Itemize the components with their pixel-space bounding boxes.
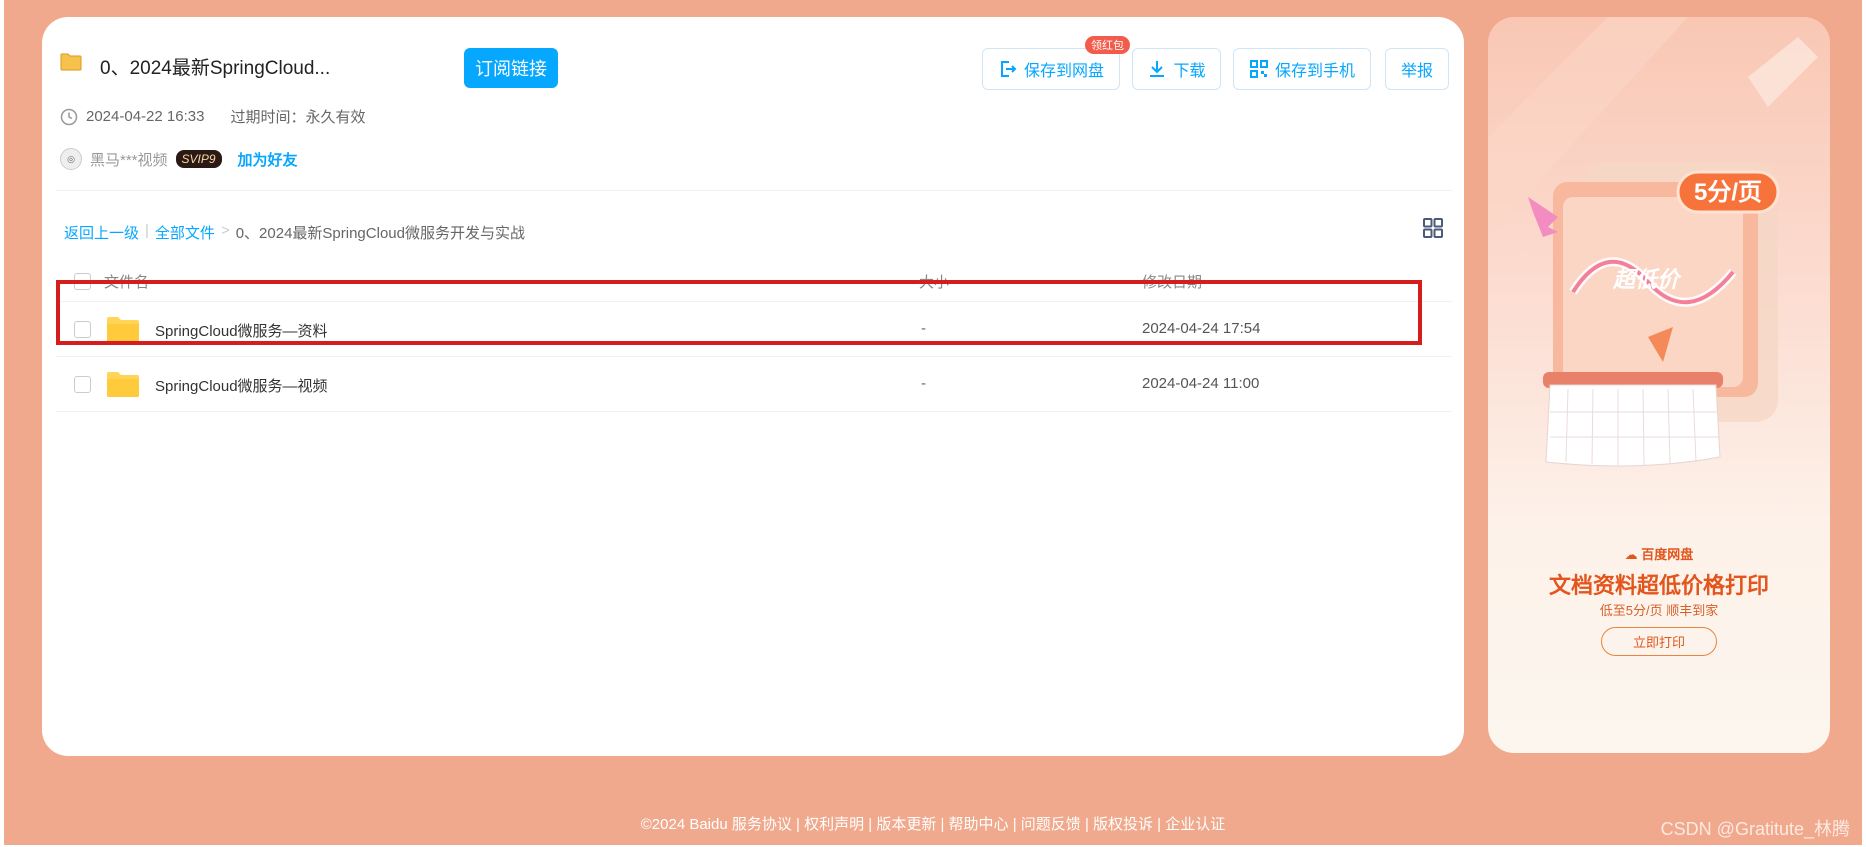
breadcrumb-separator: | [145,222,149,239]
download-icon [1150,61,1165,77]
share-panel: 0、2024最新SpringCloud... 订阅链接 保存到网盘 领红包 下载… [42,17,1464,756]
avatar: ◎ [60,148,82,170]
row-checkbox[interactable] [74,321,91,338]
redpack-badge[interactable]: 领红包 [1085,36,1130,54]
divider [56,190,1452,191]
report-button[interactable]: 举报 [1385,48,1449,90]
sharer-name: 黑马***视频 [90,151,168,169]
file-size: - [921,375,926,392]
column-date-header[interactable]: 修改日期 [1142,271,1202,292]
breadcrumb-chevron: > [220,222,230,239]
subscribe-link-button[interactable]: 订阅链接 [464,48,558,88]
file-name[interactable]: SpringCloud微服务—资料 [155,320,328,341]
column-name-header: 文件名 [104,274,150,291]
breadcrumb: 返回上一级 | 全部文件 > 0、2024最新SpringCloud微服务开发与… [64,222,525,243]
save-to-phone-button[interactable]: 保存到手机 [1233,48,1371,90]
grid-view-icon[interactable] [1422,217,1444,239]
table-header: 文件名 大小 修改日期 [56,262,1452,302]
expire-text: 过期时间：永久有效 [230,109,366,126]
print-ad-banner[interactable]: 超低价 5分/页 ☁ 百度网盘 文档资料超低价格打印 低至5分/页 顺丰到家 立… [1488,17,1830,753]
ad-title: 文档资料超低价格打印 [1548,573,1769,598]
back-link[interactable]: 返回上一级 [64,222,139,243]
save-to-phone-label: 保存到手机 [1274,63,1355,80]
select-all-checkbox[interactable] [74,273,91,290]
table-row[interactable]: SpringCloud微服务—视频 - 2024-04-24 11:00 [56,357,1452,412]
file-size: - [921,320,926,337]
footer-links[interactable]: ©2024 Baidu 服务协议 | 权利声明 | 版本更新 | 帮助中心 | … [0,813,1866,834]
ad-illus-text: 超低价 [1612,267,1682,292]
share-title: 0、2024最新SpringCloud... [100,58,331,79]
ad-brand: 百度网盘 [1641,547,1694,562]
created-time: 2024-04-22 16:33 [86,108,205,125]
all-files-link[interactable]: 全部文件 [155,222,215,243]
share-meta: 2024-04-22 16:33 过期时间：永久有效 [60,106,365,127]
ad-price-tag: 5分/页 [1694,179,1762,206]
folder-icon [107,372,139,397]
breadcrumb-current: 0、2024最新SpringCloud微服务开发与实战 [235,225,525,242]
add-friend-link[interactable]: 加为好友 [238,149,298,170]
save-to-netdisk-label: 保存到网盘 [1023,63,1104,80]
save-icon [1000,61,1017,77]
folder-icon [60,53,82,71]
vip-badge: SVIP9 [175,150,222,168]
watermark: CSDN @Gratitute_林腾 [1660,819,1850,839]
cloud-icon: ☁ [1624,547,1642,562]
download-button[interactable]: 下载 [1132,48,1221,90]
baidu-netdisk-logo: ☁ 百度网盘 [1488,544,1830,563]
save-to-netdisk-button[interactable]: 保存到网盘 [982,48,1120,90]
clock-icon [60,108,78,125]
ad-illustration: 超低价 5分/页 [1488,17,1818,467]
ad-subtitle: 低至5分/页 顺丰到家 [1599,603,1719,618]
file-date: 2024-04-24 17:54 [1142,320,1261,337]
file-date: 2024-04-24 11:00 [1142,375,1260,392]
row-checkbox[interactable] [74,376,91,393]
sharer-info: ◎ 黑马***视频 SVIP9 加为好友 [60,148,298,170]
download-label: 下载 [1173,63,1206,80]
table-row[interactable]: SpringCloud微服务—资料 - 2024-04-24 17:54 [56,302,1452,357]
qrcode-icon [1249,60,1268,78]
print-now-button[interactable]: 立即打印 [1601,627,1717,656]
folder-icon [107,317,139,342]
column-size-header: 大小 [919,274,950,291]
file-name[interactable]: SpringCloud微服务—视频 [155,375,328,396]
